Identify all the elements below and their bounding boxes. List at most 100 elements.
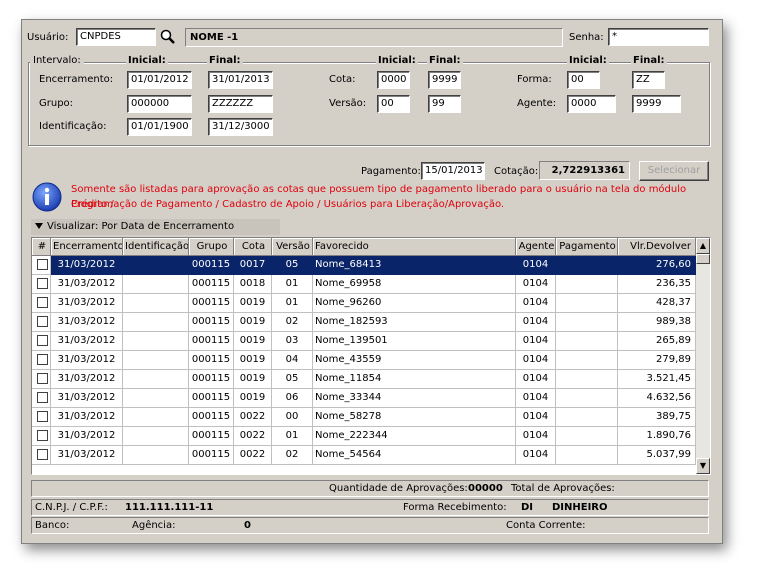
pagamento-cell <box>556 370 618 389</box>
usuario-input[interactable]: CNPDES <box>76 28 156 46</box>
identificacao-cell <box>123 332 189 351</box>
col-header-vlr-devolver[interactable]: Vlr.Devolver <box>618 238 696 256</box>
row-checkbox[interactable] <box>37 449 48 460</box>
col-header-pagamento[interactable]: Pagamento <box>556 238 618 256</box>
col-header-encerramento[interactable]: Encerramento <box>51 238 123 256</box>
row-checkbox[interactable] <box>37 354 48 365</box>
col3-inicial-header: Inicial: <box>567 55 609 66</box>
vlr-devolver-cell: 3.521,45 <box>618 370 696 389</box>
col1-inicial-header: Inicial: <box>126 55 168 66</box>
cotas-grid: # Encerramento Identificação Grupo Cota … <box>31 237 711 475</box>
versao-cell: 01 <box>272 294 313 313</box>
row-checkbox[interactable] <box>37 430 48 441</box>
table-row[interactable]: 31/03/2012 000115 0019 06 Nome_33344 0104 4.63… <box>32 389 696 408</box>
approval-window: Usuário: CNPDES NOME -1 Senha: * Interva… <box>21 19 723 544</box>
scroll-thumb[interactable] <box>696 254 710 264</box>
versao-inicial-input[interactable]: 00 <box>377 95 410 113</box>
pagamento-input[interactable]: 15/01/2013 <box>421 162 485 180</box>
cota-cell: 0019 <box>234 389 272 408</box>
cota-cell: 0019 <box>234 370 272 389</box>
grupo-final-input[interactable]: ZZZZZZ <box>208 95 273 113</box>
identificacao-inicial-input[interactable]: 01/01/1900 <box>127 118 192 136</box>
grid-vertical-scrollbar[interactable]: ▲ ▼ <box>696 238 710 474</box>
agente-cell: 0104 <box>516 275 556 294</box>
identificacao-cell <box>123 427 189 446</box>
grupo-cell: 000115 <box>189 256 234 275</box>
versao-cell: 05 <box>272 370 313 389</box>
encerramento-final-input[interactable]: 31/01/2013 <box>208 71 273 89</box>
table-row[interactable]: 31/03/2012 000115 0019 02 Nome_182593 0104 989… <box>32 313 696 332</box>
col-header-grupo[interactable]: Grupo <box>189 238 234 256</box>
row-checkbox[interactable] <box>37 278 48 289</box>
scroll-down-arrow-icon[interactable]: ▼ <box>696 458 710 474</box>
cota-cell: 0019 <box>234 332 272 351</box>
row-checkbox-cell <box>32 389 51 408</box>
table-row[interactable]: 31/03/2012 000115 0018 01 Nome_69958 0104 236,… <box>32 275 696 294</box>
agente-inicial-input[interactable]: 0000 <box>567 95 616 113</box>
row-checkbox[interactable] <box>37 411 48 422</box>
col-header-identificacao[interactable]: Identificação <box>123 238 189 256</box>
identificacao-cell <box>123 256 189 275</box>
scroll-up-arrow-icon[interactable]: ▲ <box>696 238 710 254</box>
table-row[interactable]: 31/03/2012 000115 0022 00 Nome_58278 0104 389,… <box>32 408 696 427</box>
forma-final-input[interactable]: ZZ <box>632 71 665 89</box>
row-checkbox-cell <box>32 446 51 465</box>
col-header-favorecido[interactable]: Favorecido <box>313 238 516 256</box>
agencia-label: Agência: <box>132 520 176 531</box>
pagamento-label: Pagamento: <box>361 166 421 177</box>
table-row[interactable]: 31/03/2012 000115 0022 02 Nome_54564 0104 5.03… <box>32 446 696 465</box>
row-checkbox[interactable] <box>37 316 48 327</box>
identificacao-cell <box>123 446 189 465</box>
senha-input[interactable]: * <box>608 28 709 46</box>
cota-inicial-input[interactable]: 0000 <box>377 71 410 89</box>
versao-cell: 02 <box>272 446 313 465</box>
magnifier-icon[interactable] <box>159 28 177 46</box>
row-checkbox-cell <box>32 427 51 446</box>
selecionar-button[interactable]: Selecionar <box>639 161 709 181</box>
grupo-cell: 000115 <box>189 313 234 332</box>
grupo-label: Grupo: <box>39 98 74 109</box>
visualizar-label: Visualizar: Por Data de Encerramento <box>47 221 235 232</box>
visualizar-tab[interactable]: Visualizar: Por Data de Encerramento <box>31 219 280 235</box>
banco-label: Banco: <box>35 520 70 531</box>
col-header-hash[interactable]: # <box>32 238 51 256</box>
table-row[interactable]: 31/03/2012 000115 0019 01 Nome_96260 0104 428,… <box>32 294 696 313</box>
encerramento-cell: 31/03/2012 <box>51 389 123 408</box>
table-row[interactable]: 31/03/2012 000115 0019 03 Nome_139501 0104 265… <box>32 332 696 351</box>
cotacao-label: Cotação: <box>494 166 539 177</box>
table-row[interactable]: 31/03/2012 000115 0017 05 Nome_68413 0104 276,… <box>32 256 696 275</box>
cota-cell: 0022 <box>234 446 272 465</box>
table-row[interactable]: 31/03/2012 000115 0019 04 Nome_43559 0104 279,… <box>32 351 696 370</box>
row-checkbox-cell <box>32 275 51 294</box>
favorecido-cell: Nome_182593 <box>313 313 516 332</box>
versao-cell: 01 <box>272 275 313 294</box>
versao-final-input[interactable]: 99 <box>428 95 461 113</box>
favorecido-cell: Nome_222344 <box>313 427 516 446</box>
qtd-aprovacoes-value: 00000 <box>468 483 503 494</box>
forma-inicial-input[interactable]: 00 <box>567 71 600 89</box>
grupo-inicial-input[interactable]: 000000 <box>127 95 192 113</box>
row-checkbox[interactable] <box>37 259 48 270</box>
col-header-cota[interactable]: Cota <box>234 238 272 256</box>
row-checkbox[interactable] <box>37 392 48 403</box>
agente-final-input[interactable]: 9999 <box>632 95 681 113</box>
identificacao-cell <box>123 370 189 389</box>
versao-cell: 06 <box>272 389 313 408</box>
agente-cell: 0104 <box>516 313 556 332</box>
encerramento-cell: 31/03/2012 <box>51 256 123 275</box>
grupo-cell: 000115 <box>189 332 234 351</box>
identificacao-final-input[interactable]: 31/12/3000 <box>208 118 273 136</box>
row-checkbox[interactable] <box>37 373 48 384</box>
total-aprovacoes-label: Total de Aprovações: <box>511 483 615 494</box>
col-header-agente[interactable]: Agente <box>516 238 556 256</box>
table-row[interactable]: 31/03/2012 000115 0019 05 Nome_11854 0104 3.52… <box>32 370 696 389</box>
cota-final-input[interactable]: 9999 <box>428 71 461 89</box>
cota-label: Cota: <box>329 74 356 85</box>
row-checkbox[interactable] <box>37 297 48 308</box>
table-row[interactable]: 31/03/2012 000115 0022 01 Nome_222344 0104 1.8… <box>32 427 696 446</box>
agente-cell: 0104 <box>516 332 556 351</box>
encerramento-inicial-input[interactable]: 01/01/2012 <box>127 71 192 89</box>
identificacao-cell <box>123 389 189 408</box>
row-checkbox[interactable] <box>37 335 48 346</box>
col-header-versao[interactable]: Versão <box>272 238 313 256</box>
